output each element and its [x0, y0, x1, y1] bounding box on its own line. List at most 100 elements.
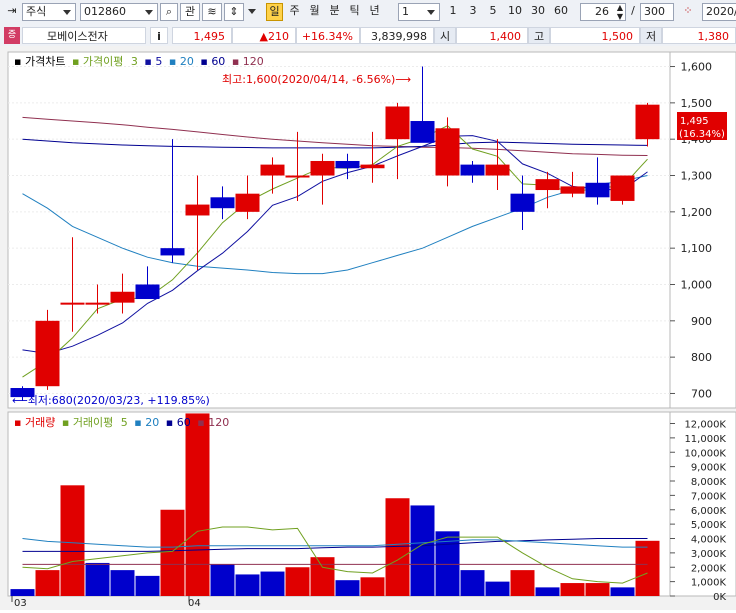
stock-name-field[interactable]: 모베이스전자 — [22, 27, 146, 44]
spin-icon[interactable]: ▲ ▼ — [617, 4, 623, 20]
chart-toolbar: ⇥ 주식 012860 ⌕ 관 ≋ ⇕ 일 주 월 분 틱 년 1 1 3 5 … — [0, 0, 736, 25]
candle-body — [85, 302, 110, 305]
stock-chart-svg: 7008009001,0001,1001,2001,3001,4001,5001… — [7, 51, 736, 609]
volume-bar — [310, 557, 335, 596]
price-tick-label: 900 — [691, 315, 712, 328]
volume-tick-label: 12,000K — [684, 420, 726, 431]
candle-body — [60, 302, 85, 305]
chevron-down-icon — [427, 10, 435, 15]
volume-tick-label: 11,000K — [684, 434, 726, 445]
interval-30-button[interactable]: 30 — [527, 3, 549, 21]
search-icon[interactable]: ⌕ — [160, 3, 178, 21]
candle-body — [185, 204, 210, 216]
chart-area: 7008009001,0001,1001,2001,3001,4001,5001… — [0, 46, 736, 610]
legend-marker: ▪ — [72, 55, 79, 68]
interval-3-button[interactable]: 3 — [464, 3, 482, 21]
interval-60-button[interactable]: 60 — [550, 3, 572, 21]
count-input-value: 26 — [595, 5, 609, 18]
tab-button-0[interactable]: 관 — [180, 3, 200, 21]
volume-bar — [135, 575, 160, 596]
code-input[interactable]: 012860 — [80, 3, 158, 21]
volume-tick-label: 3,000K — [691, 549, 727, 560]
legend-marker: ▪ — [134, 416, 141, 429]
panel-toggle-icon[interactable]: ⇥ — [3, 3, 21, 21]
last-pct-label: (16.34%) — [679, 129, 725, 140]
volume-bar — [185, 413, 210, 596]
price-legend-title: 가격차트 — [25, 55, 65, 68]
price-ma-title: 가격이평 — [83, 55, 123, 68]
price-tick-label: 700 — [691, 387, 712, 400]
candle-body — [535, 179, 560, 191]
volume-bar — [510, 570, 535, 596]
annotation-high: 최고:1,600(2020/04/14, -6.56%)⟶ — [222, 73, 411, 86]
updown-icon[interactable]: ⇕ — [224, 3, 244, 21]
candle-body — [310, 160, 335, 176]
annotation-low: ⟵최저:680(2020/03/23, +119.85%) — [12, 394, 210, 407]
price-tick-label: 1,100 — [681, 242, 713, 255]
grid-settings-icon[interactable]: ⁘ — [677, 3, 699, 21]
date-input-value: 2020/ — [706, 5, 736, 18]
count-input[interactable]: 26 ▲ ▼ — [580, 3, 626, 21]
price-ma-5: 5 — [155, 55, 162, 68]
low-price: 1,380 — [662, 27, 736, 44]
current-price: 1,495 — [172, 27, 232, 44]
volume-bar — [635, 540, 660, 596]
count-separator: / — [631, 4, 635, 17]
legend-marker: ▪ — [14, 416, 21, 429]
high-label: 고 — [528, 27, 550, 44]
total-input[interactable]: 300 — [640, 3, 674, 21]
volume-legend: ▪ 거래량 ▪ 거래이평 5 ▪ 20 ▪ 60 ▪ 120 — [14, 416, 229, 429]
price-ma-20: 20 — [180, 55, 194, 68]
market-select[interactable]: 주식 — [22, 3, 76, 21]
interval-select[interactable]: 1 — [398, 3, 440, 21]
volume-tick-label: 9,000K — [691, 463, 727, 474]
info-icon[interactable]: i — [150, 27, 168, 44]
price-tick-label: 800 — [691, 351, 712, 364]
open-price: 1,400 — [456, 27, 528, 44]
x-label-04: 04 — [188, 598, 201, 609]
volume-bar — [335, 580, 360, 596]
candle-body — [235, 193, 260, 212]
period-tick-button[interactable]: 틱 — [346, 3, 363, 21]
volume-bar — [160, 509, 185, 596]
price-legend: ▪ 가격차트 ▪ 가격이평 3 ▪ 5 ▪ 20 ▪ 60 ▪ 120 — [14, 55, 264, 68]
volume-tick-label: 1,000K — [691, 578, 727, 589]
legend-marker: ▪ — [232, 55, 239, 68]
interval-10-button[interactable]: 10 — [504, 3, 526, 21]
period-monthly-button[interactable]: 월 — [306, 3, 323, 21]
interval-5-button[interactable]: 5 — [484, 3, 502, 21]
volume-ma-60: 60 — [177, 416, 191, 429]
volume-bar — [560, 583, 585, 596]
low-label: 저 — [640, 27, 662, 44]
code-input-value: 012860 — [84, 5, 126, 18]
last-price-label: 1,495 — [680, 116, 709, 127]
chevron-down-icon[interactable] — [248, 9, 256, 14]
period-year-button[interactable]: 년 — [366, 3, 383, 21]
legend-marker: ▪ — [166, 416, 173, 429]
volume-bar — [535, 587, 560, 596]
volume-bar — [410, 505, 435, 596]
volume-tick-label: 5,000K — [691, 520, 727, 531]
volume-bar — [235, 574, 260, 596]
legend-marker: ▪ — [14, 55, 21, 68]
period-daily-button[interactable]: 일 — [266, 3, 283, 21]
volume-bar — [260, 571, 285, 596]
volume-bar — [360, 577, 385, 596]
price-tick-label: 1,000 — [681, 278, 713, 291]
link-icon[interactable]: ≋ — [202, 3, 222, 21]
open-label: 시 — [434, 27, 456, 44]
total-input-value: 300 — [644, 5, 665, 18]
price-change: ▲210 — [232, 27, 296, 44]
candle-body — [485, 164, 510, 176]
candle-body — [110, 291, 135, 303]
volume-tick-label: 10,000K — [684, 448, 726, 459]
volume-bar — [210, 564, 235, 596]
period-weekly-button[interactable]: 주 — [286, 3, 303, 21]
candle-body — [460, 164, 485, 176]
date-input[interactable]: 2020/ — [702, 3, 736, 21]
legend-marker: ▪ — [144, 55, 151, 68]
interval-1-button[interactable]: 1 — [444, 3, 462, 21]
volume-tick-label: 7,000K — [691, 491, 727, 502]
volume-bar — [285, 567, 310, 596]
period-minute-button[interactable]: 분 — [326, 3, 343, 21]
